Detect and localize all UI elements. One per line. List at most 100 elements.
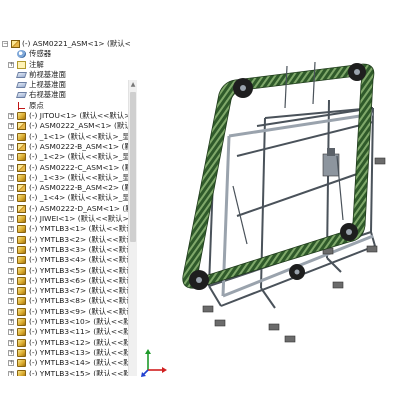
tree-item-label: (-) _1<1> (默认<<默认>_显示状 [29,131,130,141]
tree-item[interactable]: + (-) YMTLB3<3> (默认<<默认> [0,245,130,255]
expand-icon[interactable]: + [8,143,14,150]
tree-item[interactable]: + (-) _1<3> (默认<<默认>_显示状 [0,173,130,183]
expand-icon[interactable]: + [8,164,14,171]
expand-icon[interactable]: + [8,154,14,161]
expand-icon[interactable]: + [8,370,14,376]
expand-icon[interactable]: + [8,308,14,315]
tree-item[interactable]: + (-) YMTLB3<10> (默认<<默认 [0,317,130,327]
expand-icon[interactable]: + [8,246,14,253]
tree-item-label: (-) YMTLB3<8> (默认<<默认> [29,296,130,306]
tree-item[interactable]: + (-) YMTLB3<6> (默认<<默认> [0,276,130,286]
expand-icon[interactable]: + [8,185,14,192]
tree-item[interactable]: + (-) _1<4> (默认<<默认>_显示状 [0,193,130,203]
tree-item[interactable]: + (-) ASM0222_ASM<1> (默认< [0,121,130,131]
graphics-viewport[interactable] [137,36,400,376]
tree-item-label: (-) YMTLB3<2> (默认<<默认> [29,234,130,244]
tree-item[interactable]: + (-) YMTLB3<15> (默认<<默认 [0,369,130,376]
tree-item[interactable]: + (-) ASM0222-B_ASM<1> (默 [0,142,130,152]
tree-item-label: (-) YMTLB3<13> (默认<<默认 [29,347,130,357]
tree-item[interactable]: + (-) YMTLB3<5> (默认<<默认> [0,266,130,276]
tree-item-label: (-) ASM0222-D_ASM<1> (默 [29,203,130,213]
assembly-icon [17,184,26,193]
tree-item[interactable]: + (-) YMTLB3<4> (默认<<默认> [0,255,130,265]
tree-item[interactable]: + (-) YMTLB3<13> (默认<<默认 [0,348,130,358]
part-icon [17,348,26,357]
expand-icon[interactable]: + [8,298,14,305]
tree-item[interactable]: + (-) YMTLB3<12> (默认<<默认 [0,338,130,348]
tree-item-label: (-) ASM0222_ASM<1> (默认< [29,121,130,131]
expand-icon[interactable]: + [8,329,14,336]
tree-item[interactable]: + (-) YMTLB3<11> (默认<<默认 [0,327,130,337]
expand-icon[interactable]: + [8,123,14,130]
tree-item[interactable]: + (-) JITOU<1> (默认<<默认>_显 [0,111,130,121]
expand-icon[interactable]: + [8,61,14,68]
tree-item[interactable]: + (-) _1<2> (默认<<默认>_显示状 [0,152,130,162]
assembly-icon [17,142,26,151]
tree-item[interactable]: + (-) ASM0222-C_ASM<1> (默 [0,163,130,173]
expand-icon[interactable]: + [8,288,14,295]
part-icon [17,369,26,376]
tree-item[interactable]: + (-) JIWEI<1> (默认<<默认>_显 [0,214,130,224]
expand-icon[interactable]: + [8,319,14,326]
tree-item-label: 原点 [29,100,44,110]
expand-icon[interactable]: + [8,195,14,202]
scroll-thumb[interactable] [130,92,136,242]
tree-item[interactable]: + (-) ASM0222-D_ASM<1> (默 [0,204,130,214]
triad-x-arrow [162,367,167,373]
tree-item[interactable]: + (-) YMTLB3<7> (默认<<默认> [0,286,130,296]
tree-item-label: (-) YMTLB3<12> (默认<<默认 [29,337,130,347]
expand-icon[interactable]: + [8,277,14,284]
expand-icon[interactable]: + [8,113,14,120]
expand-icon[interactable]: + [8,267,14,274]
tree-item[interactable]: + (-) YMTLB3<2> (默认<<默认> [0,235,130,245]
part-icon [17,112,26,121]
scroll-up-icon[interactable]: ▲ [130,81,136,89]
tree-item[interactable]: 前视基准面 [0,70,130,80]
origin-icon [17,101,26,110]
expand-icon[interactable]: + [8,236,14,243]
conveyor-assembly-model[interactable] [182,61,386,343]
part-icon [17,328,26,337]
tree-scrollbar[interactable]: ▲ ▼ [128,80,137,376]
part-icon [17,194,26,203]
tree-item[interactable]: + (-) YMTLB3<8> (默认<<默认> [0,296,130,306]
tree-item[interactable]: + (-) ASM0222-B_ASM<2> (默 [0,183,130,193]
tree-item-label: 注解 [29,59,44,69]
tree-item-label: (-) ASM0222-B_ASM<2> (默 [29,183,130,193]
expand-icon[interactable]: + [8,257,14,264]
part-icon [17,256,26,265]
tree-item[interactable]: 原点 [0,101,130,111]
tree-item[interactable]: + 注解 [0,60,130,70]
expand-icon[interactable]: + [8,133,14,140]
expand-icon[interactable]: + [8,339,14,346]
tree-item-label: (-) YMTLB3<1> (默认<<默认> [29,224,130,234]
tree-item[interactable]: + (-) YMTLB3<9> (默认<<默认> [0,307,130,317]
assembly-icon [17,163,26,172]
part-icon [17,132,26,141]
part-icon [17,338,26,347]
tree-list: − (-) ASM0221_ASM<1> (默认<默 传感器 + 注解 前视基准面 上视… [0,39,130,376]
tree-item-label: (-) ASM0222-B_ASM<1> (默 [29,141,130,151]
tree-item[interactable]: 右视基准面 [0,90,130,100]
feature-manager-tree[interactable]: − (-) ASM0221_ASM<1> (默认<默 传感器 + 注解 前视基准面 上视… [0,36,137,376]
tree-root[interactable]: − (-) ASM0221_ASM<1> (默认<默 [0,39,130,49]
tree-item-label: (-) YMTLB3<10> (默认<<默认 [29,317,130,327]
collapse-icon[interactable]: − [2,41,8,47]
tree-item-label: (-) ASM0222-C_ASM<1> (默 [29,162,130,172]
expand-icon[interactable]: + [8,216,14,223]
tree-item-label: (-) YMTLB3<9> (默认<<默认> [29,306,130,316]
plane-icon [16,71,27,78]
tree-item[interactable]: 传感器 [0,49,130,59]
expand-icon[interactable]: + [8,174,14,181]
part-icon [17,318,26,327]
expand-icon[interactable]: + [8,360,14,367]
expand-icon[interactable]: + [8,205,14,212]
tree-item[interactable]: + (-) _1<1> (默认<<默认>_显示状 [0,132,130,142]
expand-icon[interactable]: + [8,349,14,356]
tree-item[interactable]: + (-) YMTLB3<1> (默认<<默认> [0,224,130,234]
sensor-icon [17,50,26,59]
chain-loop [182,63,375,289]
expand-icon[interactable]: + [8,226,14,233]
tree-item[interactable]: 上视基准面 [0,80,130,90]
tree-item[interactable]: + (-) YMTLB3<14> (默认<<默认 [0,358,130,368]
